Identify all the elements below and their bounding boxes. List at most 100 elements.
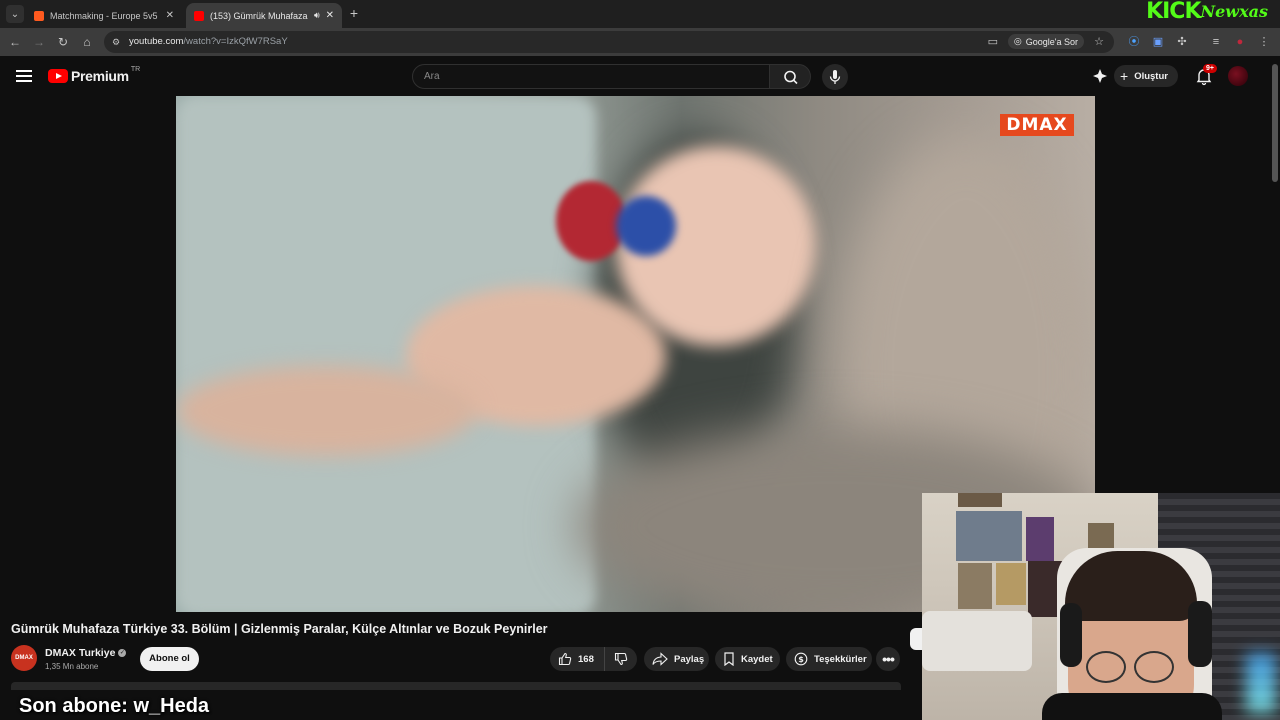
share-arrow-icon	[652, 652, 668, 666]
channel-name[interactable]: DMAX Turkiye	[45, 647, 115, 659]
youtube-play-icon	[48, 69, 68, 83]
account-avatar[interactable]	[1227, 66, 1248, 86]
forward-arrow-icon[interactable]: →	[31, 34, 47, 50]
browser-tab-strip: ⌄ Matchmaking - Europe 5v5 Queue ✕ (153)…	[0, 0, 1280, 28]
subscribe-button[interactable]: Abone ol	[140, 647, 199, 671]
tab-title: (153) Gümrük Muhafaza Türkiye	[210, 10, 310, 21]
like-dislike-group: 168	[550, 647, 637, 671]
search-placeholder: Ara	[424, 71, 440, 82]
headset-right	[1188, 601, 1212, 667]
kick-overlay-logo: KICK Newxas	[1146, 0, 1269, 24]
dmax-watermark: DMAX	[1000, 114, 1074, 136]
channel-avatar[interactable]: DMAX	[11, 645, 37, 671]
svg-text:$: $	[798, 655, 804, 664]
create-label: Oluştur	[1134, 70, 1168, 82]
webcam-neon-light	[1246, 653, 1276, 713]
google-ask-label: Google'a Sor	[1025, 36, 1078, 47]
notification-count-badge: 9+	[1202, 64, 1217, 73]
tab-close-icon[interactable]: ✕	[326, 10, 334, 21]
super-thanks-icon: $	[794, 652, 808, 666]
share-button[interactable]: Paylaş	[644, 647, 709, 671]
browser-toolbar: ← → ↻ ⌂ ⚙ youtube.com/watch?v=IzkQfW7RSa…	[0, 28, 1280, 56]
plus-icon: +	[1120, 68, 1129, 84]
url-text: youtube.com/watch?v=IzkQfW7RSaY	[129, 36, 288, 47]
webcam-poster	[956, 511, 1022, 561]
url-host: youtube.com	[129, 36, 184, 47]
description-box[interactable]	[11, 682, 901, 690]
home-icon[interactable]: ⌂	[79, 34, 95, 50]
tab-search-chevron-icon[interactable]: ⌄	[6, 5, 24, 23]
browser-tab-matchmaking[interactable]: Matchmaking - Europe 5v5 Queue ✕	[26, 3, 182, 28]
streamer-shirt	[1042, 693, 1222, 720]
search-button[interactable]	[769, 64, 811, 89]
like-count: 168	[578, 653, 594, 665]
webcam-poster	[996, 563, 1026, 605]
speaker-icon[interactable]: 🔊︎	[314, 10, 320, 21]
voice-search-button[interactable]	[822, 64, 848, 90]
youtube-premium-logo[interactable]: Premium TR	[48, 65, 141, 84]
microphone-icon	[829, 70, 841, 84]
last-subscriber-overlay: Son abone: w_Heda	[19, 695, 210, 717]
notifications-button[interactable]: 9+	[1194, 64, 1217, 86]
cast-icon[interactable]: ▭	[986, 35, 1000, 49]
headset-left	[1060, 603, 1082, 667]
search-input[interactable]: Ara	[412, 64, 770, 89]
video-scene-arm	[176, 366, 476, 456]
save-label: Kaydet	[741, 653, 773, 665]
google-lens-icon: ◎	[1013, 36, 1022, 46]
save-button[interactable]: Kaydet	[715, 647, 780, 671]
streamer-glasses	[1086, 651, 1178, 687]
subscriber-count: 1,35 Mn abone	[45, 662, 99, 671]
video-scene-coin-blue	[616, 196, 676, 256]
address-bar[interactable]: ⚙ youtube.com/watch?v=IzkQfW7RSaY ▭ ◎ Go…	[104, 31, 1114, 53]
kick-logo-text: KICK	[1146, 0, 1201, 24]
new-tab-button[interactable]: +	[346, 5, 362, 21]
streamer-name: Newxas	[1200, 1, 1269, 21]
google-ask-button[interactable]: ◎ Google'a Sor	[1007, 34, 1084, 49]
tab-title: Matchmaking - Europe 5v5 Queue	[50, 10, 160, 21]
omnibox-actions: ▭ ◎ Google'a Sor ☆	[986, 34, 1106, 49]
extension-audio-icon[interactable]: ⦿	[1126, 34, 1142, 50]
dislike-button[interactable]	[605, 652, 637, 666]
back-arrow-icon[interactable]: ←	[7, 34, 23, 50]
channel-name-row[interactable]: DMAX Turkiye ✓	[45, 647, 127, 659]
webcam-poster	[958, 563, 992, 609]
bookmark-star-icon[interactable]: ☆	[1092, 35, 1106, 49]
youtube-favicon-icon	[194, 10, 204, 21]
thumbs-down-icon	[614, 652, 628, 666]
tab-close-icon[interactable]: ✕	[166, 10, 174, 21]
search-icon	[784, 70, 798, 85]
streamer-hair	[1065, 551, 1197, 621]
streamer-webcam	[922, 493, 1280, 720]
bookmark-icon	[724, 652, 734, 666]
webcam-bed	[922, 611, 1032, 671]
webcam-poster	[1088, 523, 1114, 549]
profile-avatar-icon[interactable]: ●	[1232, 34, 1248, 50]
webcam-poster	[1026, 517, 1054, 561]
thumbs-up-icon	[558, 652, 572, 666]
more-dots-icon: •••	[882, 651, 895, 667]
share-label: Paylaş	[674, 653, 705, 665]
hamburger-menu-icon[interactable]	[16, 68, 32, 84]
site-info-icon[interactable]: ⚙	[110, 36, 122, 48]
youtube-header: Premium TR Ara + Oluştur 9+	[0, 56, 1270, 96]
logo-text: Premium	[71, 68, 129, 84]
browser-menu-icon[interactable]: ⋮	[1256, 34, 1272, 50]
thanks-button[interactable]: $ Teşekkürler	[786, 647, 872, 671]
create-button[interactable]: + Oluştur	[1114, 65, 1178, 87]
ai-sparkle-icon[interactable]	[1092, 68, 1108, 84]
translate-icon[interactable]: ▣	[1150, 34, 1166, 50]
extensions-puzzle-icon[interactable]: ✣	[1174, 34, 1190, 50]
region-code: TR	[130, 65, 141, 73]
header-actions: + Oluştur 9+	[1092, 64, 1248, 87]
scrollbar-thumb[interactable]	[1272, 64, 1278, 182]
verified-check-icon: ✓	[118, 649, 127, 658]
browser-tab-youtube[interactable]: (153) Gümrük Muhafaza Türkiye 🔊︎ ✕	[186, 3, 342, 28]
thanks-label: Teşekkürler	[814, 653, 867, 665]
reading-list-icon[interactable]: ≡	[1208, 34, 1224, 50]
like-button[interactable]: 168	[550, 647, 605, 671]
reload-icon[interactable]: ↻	[55, 34, 71, 50]
url-path: /watch?v=IzkQfW7RSaY	[183, 36, 288, 47]
more-actions-button[interactable]: •••	[876, 647, 900, 671]
tab-favicon-icon	[34, 10, 44, 21]
